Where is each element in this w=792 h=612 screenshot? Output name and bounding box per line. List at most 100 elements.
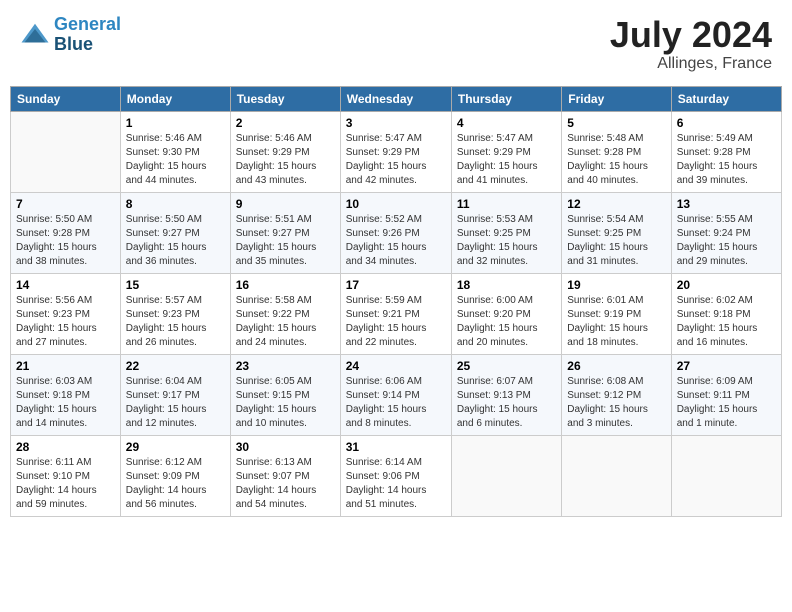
day-number: 1 — [126, 116, 225, 130]
day-info: Sunrise: 6:11 AM Sunset: 9:10 PM Dayligh… — [16, 456, 115, 512]
calendar-cell: 7Sunrise: 5:50 AM Sunset: 9:28 PM Daylig… — [11, 192, 121, 273]
calendar-cell: 14Sunrise: 5:56 AM Sunset: 9:23 PM Dayli… — [11, 273, 121, 354]
calendar-week-row: 28 Sunrise: 6:11 AM Sunset: 9:10 PM Dayli… — [11, 435, 782, 516]
day-number: 24 — [346, 359, 446, 373]
calendar-cell: 17 Sunrise: 5:59 AM Sunset: 9:21 PM Dayli… — [340, 273, 451, 354]
day-number: 6 — [677, 116, 776, 130]
weekday-header-tuesday: Tuesday — [230, 86, 340, 111]
calendar-cell — [451, 435, 561, 516]
calendar-cell: 21 Sunrise: 6:03 AM Sunset: 9:18 PM Dayli… — [11, 354, 121, 435]
day-number: 7 — [16, 197, 115, 211]
day-info: Sunrise: 6:07 AM Sunset: 9:13 PM Dayligh… — [457, 375, 556, 431]
day-info: Sunrise: 5:58 AM Sunset: 9:22 PM Dayligh… — [236, 294, 335, 350]
weekday-header-wednesday: Wednesday — [340, 86, 451, 111]
weekday-header-thursday: Thursday — [451, 86, 561, 111]
calendar-header-row: SundayMondayTuesdayWednesdayThursdayFrid… — [11, 86, 782, 111]
calendar-cell: 2 Sunrise: 5:46 AM Sunset: 9:29 PM Daylig… — [230, 111, 340, 192]
calendar-table: SundayMondayTuesdayWednesdayThursdayFrid… — [10, 86, 782, 517]
calendar-cell — [11, 111, 121, 192]
calendar-cell: 23Sunrise: 6:05 AM Sunset: 9:15 PM Dayli… — [230, 354, 340, 435]
day-number: 31 — [346, 440, 446, 454]
day-number: 10 — [346, 197, 446, 211]
day-info: Sunrise: 5:49 AM Sunset: 9:28 PM Dayligh… — [677, 132, 776, 188]
day-number: 30 — [236, 440, 335, 454]
day-number: 19 — [567, 278, 665, 292]
calendar-week-row: 1Sunrise: 5:46 AM Sunset: 9:30 PM Daylig… — [11, 111, 782, 192]
day-info: Sunrise: 5:50 AM Sunset: 9:27 PM Dayligh… — [126, 213, 225, 269]
calendar-cell: 28 Sunrise: 6:11 AM Sunset: 9:10 PM Dayli… — [11, 435, 121, 516]
day-info: Sunrise: 6:05 AM Sunset: 9:15 PM Dayligh… — [236, 375, 335, 431]
day-number: 8 — [126, 197, 225, 211]
day-info: Sunrise: 5:47 AM Sunset: 9:29 PM Dayligh… — [346, 132, 446, 188]
day-number: 15 — [126, 278, 225, 292]
day-info: Sunrise: 6:04 AM Sunset: 9:17 PM Dayligh… — [126, 375, 225, 431]
day-number: 22 — [126, 359, 225, 373]
day-info: Sunrise: 6:13 AM Sunset: 9:07 PM Dayligh… — [236, 456, 335, 512]
day-info: Sunrise: 6:06 AM Sunset: 9:14 PM Dayligh… — [346, 375, 446, 431]
title-block: July 2024 Allinges, France — [610, 15, 772, 73]
calendar-week-row: 21 Sunrise: 6:03 AM Sunset: 9:18 PM Dayli… — [11, 354, 782, 435]
calendar-cell: 27 Sunrise: 6:09 AM Sunset: 9:11 PM Dayli… — [671, 354, 781, 435]
day-number: 13 — [677, 197, 776, 211]
day-number: 12 — [567, 197, 665, 211]
calendar-cell: 22 Sunrise: 6:04 AM Sunset: 9:17 PM Dayli… — [120, 354, 230, 435]
day-info: Sunrise: 6:02 AM Sunset: 9:18 PM Dayligh… — [677, 294, 776, 350]
day-number: 17 — [346, 278, 446, 292]
calendar-cell: 20Sunrise: 6:02 AM Sunset: 9:18 PM Dayli… — [671, 273, 781, 354]
logo: General Blue — [20, 15, 121, 55]
calendar-cell: 25 Sunrise: 6:07 AM Sunset: 9:13 PM Dayli… — [451, 354, 561, 435]
calendar-cell: 29 Sunrise: 6:12 AM Sunset: 9:09 PM Dayli… — [120, 435, 230, 516]
calendar-week-row: 7Sunrise: 5:50 AM Sunset: 9:28 PM Daylig… — [11, 192, 782, 273]
calendar-cell: 9 Sunrise: 5:51 AM Sunset: 9:27 PM Daylig… — [230, 192, 340, 273]
weekday-header-saturday: Saturday — [671, 86, 781, 111]
calendar-cell: 12 Sunrise: 5:54 AM Sunset: 9:25 PM Dayli… — [562, 192, 671, 273]
weekday-header-monday: Monday — [120, 86, 230, 111]
calendar-cell: 19Sunrise: 6:01 AM Sunset: 9:19 PM Dayli… — [562, 273, 671, 354]
day-number: 5 — [567, 116, 665, 130]
location-subtitle: Allinges, France — [610, 55, 772, 73]
day-info: Sunrise: 5:47 AM Sunset: 9:29 PM Dayligh… — [457, 132, 556, 188]
day-number: 29 — [126, 440, 225, 454]
logo-text: General Blue — [54, 15, 121, 55]
day-info: Sunrise: 5:46 AM Sunset: 9:29 PM Dayligh… — [236, 132, 335, 188]
calendar-cell: 8 Sunrise: 5:50 AM Sunset: 9:27 PM Daylig… — [120, 192, 230, 273]
weekday-header-sunday: Sunday — [11, 86, 121, 111]
calendar-cell: 18Sunrise: 6:00 AM Sunset: 9:20 PM Dayli… — [451, 273, 561, 354]
page-header: General Blue July 2024 Allinges, France — [10, 10, 782, 78]
day-info: Sunrise: 6:00 AM Sunset: 9:20 PM Dayligh… — [457, 294, 556, 350]
calendar-cell: 26 Sunrise: 6:08 AM Sunset: 9:12 PM Dayli… — [562, 354, 671, 435]
calendar-cell: 10 Sunrise: 5:52 AM Sunset: 9:26 PM Dayli… — [340, 192, 451, 273]
day-number: 21 — [16, 359, 115, 373]
calendar-cell: 31 Sunrise: 6:14 AM Sunset: 9:06 PM Dayli… — [340, 435, 451, 516]
day-number: 14 — [16, 278, 115, 292]
day-number: 28 — [16, 440, 115, 454]
day-number: 27 — [677, 359, 776, 373]
day-number: 16 — [236, 278, 335, 292]
day-number: 25 — [457, 359, 556, 373]
day-number: 26 — [567, 359, 665, 373]
day-number: 9 — [236, 197, 335, 211]
calendar-cell: 1Sunrise: 5:46 AM Sunset: 9:30 PM Daylig… — [120, 111, 230, 192]
calendar-cell: 24 Sunrise: 6:06 AM Sunset: 9:14 PM Dayli… — [340, 354, 451, 435]
day-info: Sunrise: 5:55 AM Sunset: 9:24 PM Dayligh… — [677, 213, 776, 269]
day-info: Sunrise: 6:08 AM Sunset: 9:12 PM Dayligh… — [567, 375, 665, 431]
day-info: Sunrise: 6:14 AM Sunset: 9:06 PM Dayligh… — [346, 456, 446, 512]
day-number: 2 — [236, 116, 335, 130]
calendar-cell: 5Sunrise: 5:48 AM Sunset: 9:28 PM Daylig… — [562, 111, 671, 192]
day-info: Sunrise: 6:09 AM Sunset: 9:11 PM Dayligh… — [677, 375, 776, 431]
day-info: Sunrise: 6:03 AM Sunset: 9:18 PM Dayligh… — [16, 375, 115, 431]
calendar-cell — [671, 435, 781, 516]
day-number: 3 — [346, 116, 446, 130]
month-year-title: July 2024 — [610, 15, 772, 55]
calendar-cell: 13 Sunrise: 5:55 AM Sunset: 9:24 PM Dayli… — [671, 192, 781, 273]
day-info: Sunrise: 5:59 AM Sunset: 9:21 PM Dayligh… — [346, 294, 446, 350]
day-number: 4 — [457, 116, 556, 130]
calendar-cell — [562, 435, 671, 516]
day-info: Sunrise: 5:52 AM Sunset: 9:26 PM Dayligh… — [346, 213, 446, 269]
day-info: Sunrise: 5:57 AM Sunset: 9:23 PM Dayligh… — [126, 294, 225, 350]
day-info: Sunrise: 6:12 AM Sunset: 9:09 PM Dayligh… — [126, 456, 225, 512]
weekday-header-friday: Friday — [562, 86, 671, 111]
calendar-cell: 6 Sunrise: 5:49 AM Sunset: 9:28 PM Daylig… — [671, 111, 781, 192]
day-info: Sunrise: 5:54 AM Sunset: 9:25 PM Dayligh… — [567, 213, 665, 269]
day-info: Sunrise: 5:51 AM Sunset: 9:27 PM Dayligh… — [236, 213, 335, 269]
